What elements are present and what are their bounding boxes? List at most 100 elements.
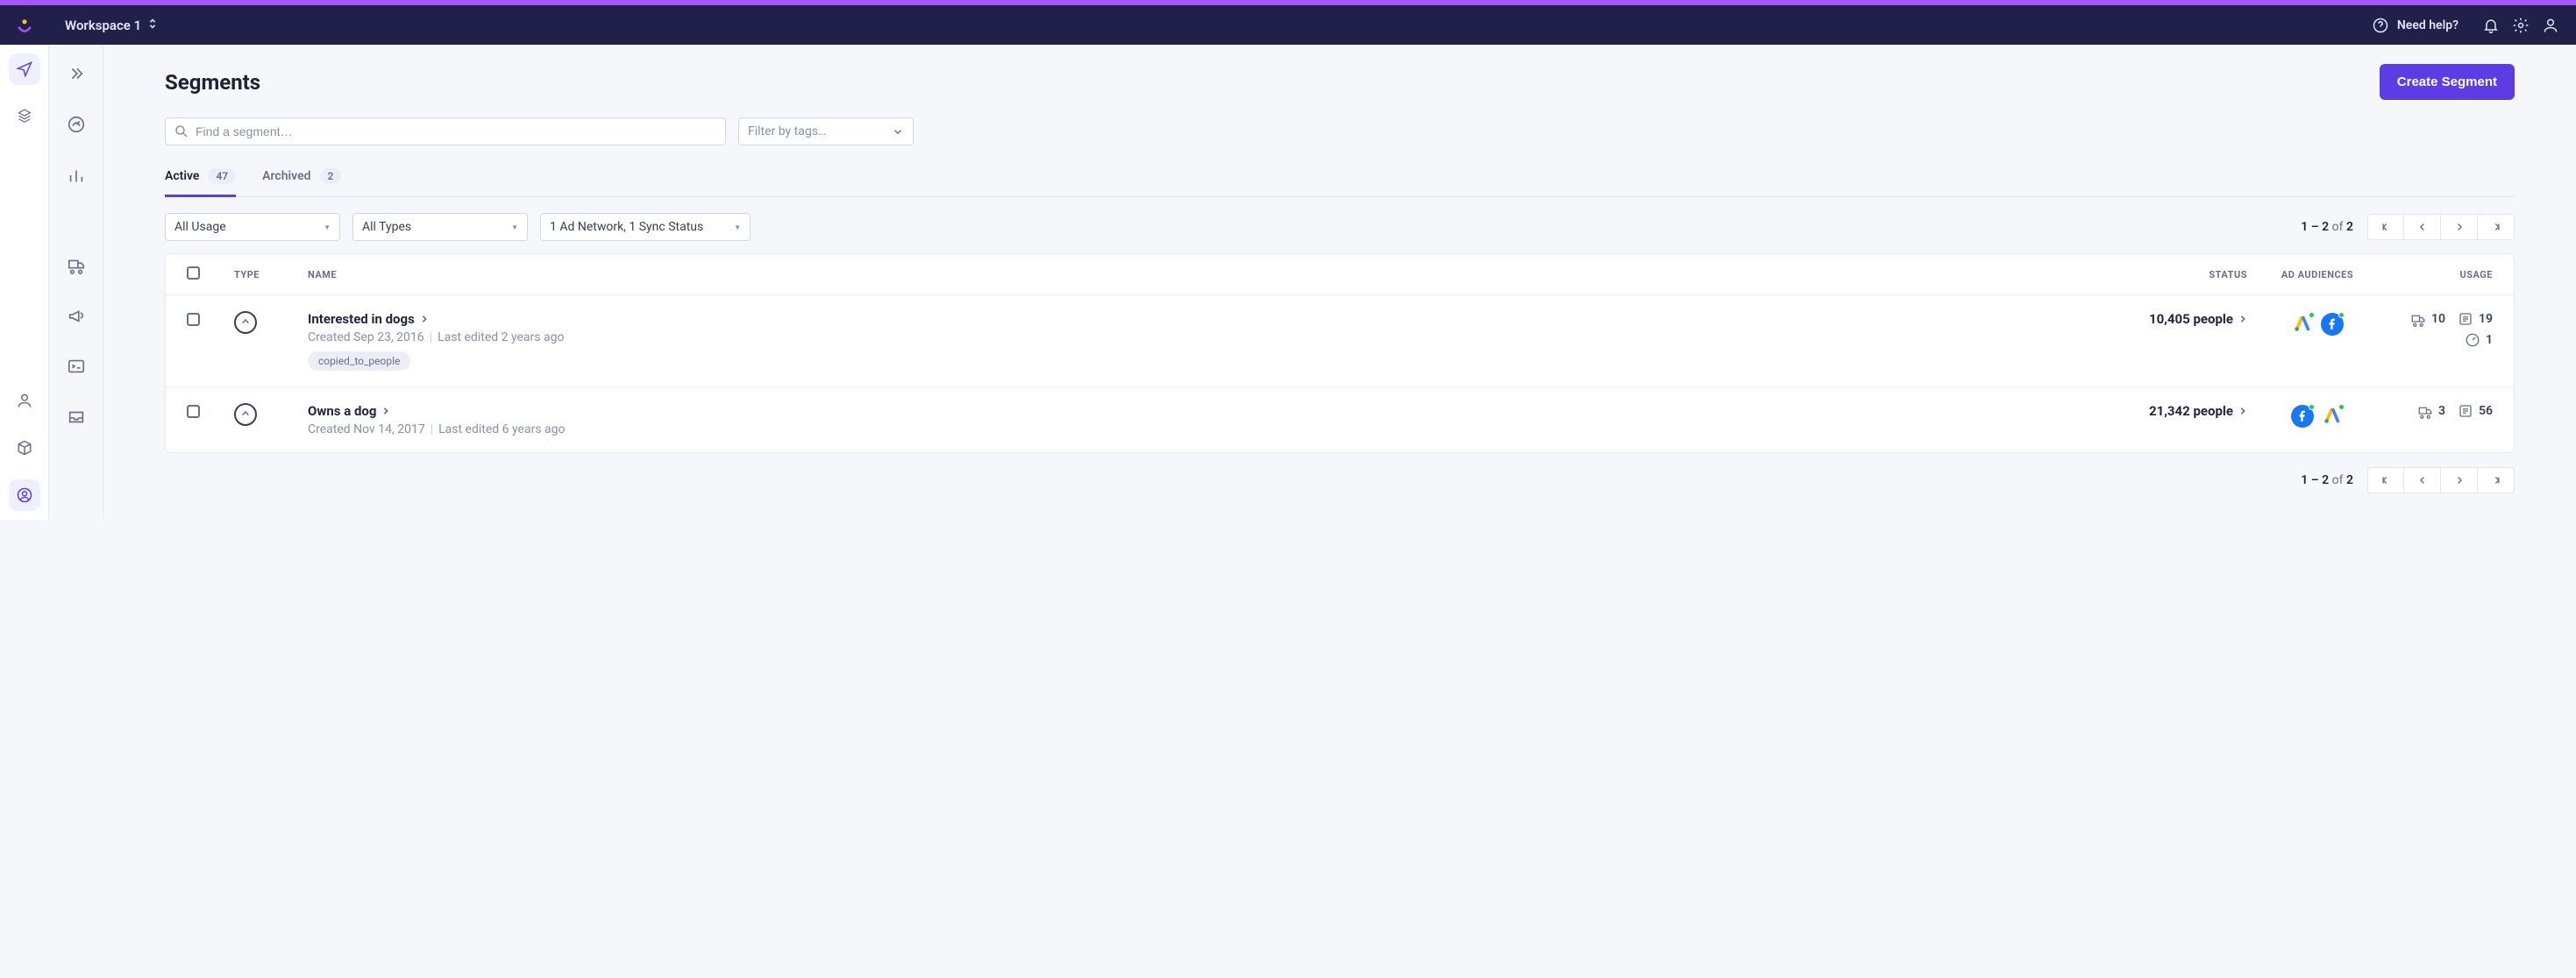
user-icon (2542, 17, 2559, 34)
segment-tag[interactable]: copied_to_people (308, 351, 410, 371)
help-link[interactable]: Need help? (2371, 11, 2459, 40)
chevrons-left-icon (2380, 221, 2392, 233)
usage-lists: 56 (2458, 403, 2493, 419)
segment-meta: Created Sep 23, 2016|Last edited 2 years… (308, 330, 2072, 344)
filter-types-label: All Types (362, 220, 411, 234)
help-label: Need help? (2397, 18, 2459, 32)
settings-button[interactable] (2506, 11, 2536, 40)
truck-icon (67, 255, 86, 274)
segment-name[interactable]: Owns a dog (308, 403, 2072, 419)
filter-usage[interactable]: All Usage▼ (165, 213, 340, 241)
paper-plane-icon (16, 60, 33, 78)
sidebar-campaigns[interactable] (63, 252, 89, 278)
pager-bottom: 1 – 2 of 2 (2301, 467, 2515, 493)
segment-type-icon (234, 403, 257, 426)
pager-prev[interactable] (2404, 214, 2441, 240)
pager-first[interactable] (2367, 467, 2404, 493)
chevron-right-icon (2453, 221, 2466, 233)
chevron-left-icon (2416, 474, 2429, 486)
profile-button[interactable] (2536, 11, 2565, 40)
ad-audiences[interactable] (2247, 313, 2387, 336)
selector-icon (148, 18, 157, 33)
rail-user[interactable] (9, 385, 40, 416)
facebook-icon (2291, 405, 2314, 428)
page-title: Segments (165, 70, 260, 95)
chevrons-right-icon (67, 64, 86, 83)
segment-type-icon (234, 311, 257, 334)
gear-icon (2512, 17, 2530, 34)
row-checkbox[interactable] (187, 313, 200, 326)
chevrons-right-icon (2490, 221, 2502, 233)
segment-status[interactable]: 10,405 people (2072, 311, 2247, 327)
segments-table: TYPE NAME STATUS AD AUDIENCES USAGE Inte… (165, 253, 2515, 453)
usage-campaigns: 10 (2410, 311, 2445, 327)
rail-layers[interactable] (9, 101, 40, 132)
filter-adnetwork[interactable]: 1 Ad Network, 1 Sync Status▼ (540, 213, 751, 241)
col-audiences: AD AUDIENCES (2247, 269, 2387, 280)
workspace-switcher[interactable]: Workspace 1 (65, 18, 157, 33)
segment-name[interactable]: Interested in dogs (308, 311, 2072, 327)
col-status: STATUS (2072, 269, 2247, 280)
sidebar-dashboard[interactable] (63, 111, 89, 138)
tab-archived[interactable]: Archived 2 (262, 163, 341, 197)
ad-audiences[interactable] (2247, 405, 2387, 428)
tags-filter[interactable]: Filter by tags… (738, 117, 914, 145)
pager-next[interactable] (2441, 214, 2478, 240)
pager-last[interactable] (2478, 214, 2515, 240)
segment-meta: Created Nov 14, 2017|Last edited 6 years… (308, 422, 2072, 436)
chevron-left-icon (2416, 221, 2429, 233)
rail-launch[interactable] (9, 53, 40, 85)
tabs: Active 47 Archived 2 (165, 163, 2515, 197)
table-row: Interested in dogs Created Sep 23, 2016|… (166, 294, 2514, 386)
app-logo (11, 17, 39, 34)
tab-active[interactable]: Active 47 (165, 163, 236, 197)
sidebar-analytics[interactable] (63, 162, 89, 188)
sidebar-snippets[interactable] (63, 353, 89, 379)
usage-dash: 1 (2465, 332, 2493, 348)
pager-last[interactable] (2478, 467, 2515, 493)
search-box (165, 117, 726, 145)
google-ads-icon (2321, 405, 2344, 428)
search-input[interactable] (165, 117, 726, 145)
select-all-checkbox[interactable] (187, 266, 200, 280)
filter-adnetwork-label: 1 Ad Network, 1 Sync Status (550, 220, 703, 234)
tab-archived-label: Archived (262, 169, 310, 183)
workspace-name: Workspace 1 (65, 18, 141, 33)
main-content: Segments Create Segment Filter by tags… … (103, 45, 2576, 520)
tab-active-count: 47 (208, 168, 236, 184)
rail-audience[interactable] (9, 479, 40, 511)
col-name: NAME (308, 269, 2072, 280)
help-icon (2371, 11, 2390, 40)
create-segment-button[interactable]: Create Segment (2380, 64, 2515, 100)
filter-usage-label: All Usage (174, 220, 226, 234)
chevron-down-icon (892, 125, 904, 138)
table-row: Owns a dog Created Nov 14, 2017|Last edi… (166, 386, 2514, 452)
filter-types[interactable]: All Types▼ (352, 213, 528, 241)
terminal-icon (67, 357, 86, 376)
pager-first[interactable] (2367, 214, 2404, 240)
row-checkbox[interactable] (187, 405, 200, 418)
app-header: Workspace 1 Need help? (0, 5, 2576, 45)
inbox-icon (67, 408, 86, 427)
sidebar-inbox[interactable] (63, 404, 89, 430)
usage-campaigns: 3 (2417, 403, 2445, 419)
facebook-icon (2321, 313, 2344, 336)
pager-label: 1 – 2 of 2 (2301, 220, 2353, 234)
bell-icon (2482, 17, 2500, 34)
segment-status[interactable]: 21,342 people (2072, 403, 2247, 419)
rail-box[interactable] (9, 432, 40, 464)
usage-lists: 19 (2458, 311, 2493, 327)
notifications-button[interactable] (2476, 11, 2506, 40)
product-rail (0, 45, 49, 520)
table-header: TYPE NAME STATUS AD AUDIENCES USAGE (166, 254, 2514, 294)
sidebar-expand[interactable] (63, 60, 89, 87)
gauge-icon (67, 115, 86, 134)
pager-prev[interactable] (2404, 467, 2441, 493)
pager-next[interactable] (2441, 467, 2478, 493)
tab-archived-count: 2 (320, 168, 342, 184)
sidebar-broadcasts[interactable] (63, 302, 89, 329)
user-icon (16, 392, 33, 409)
megaphone-icon (67, 306, 86, 325)
user-circle-icon (16, 486, 33, 504)
chevrons-left-icon (2380, 474, 2392, 486)
